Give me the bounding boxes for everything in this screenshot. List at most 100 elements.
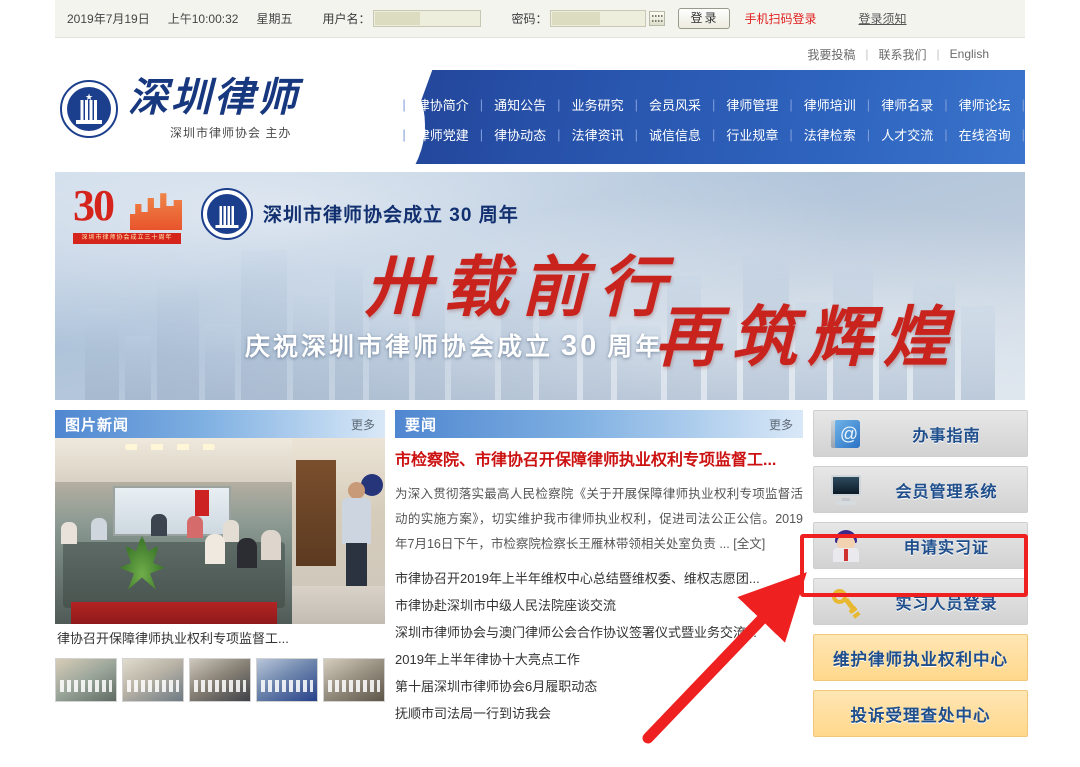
photo-news-header: 图片新闻 更多	[55, 410, 385, 438]
site-logo[interactable]: ★ 深圳律师 深圳市律师协会 主办	[60, 77, 300, 141]
headlines-title: 要闻	[405, 416, 438, 434]
contact-us-link[interactable]: 联系我们	[879, 46, 927, 63]
nav-item-announcements[interactable]: 通知公告	[483, 95, 557, 114]
sidebar-button-label: 办事指南	[912, 427, 981, 445]
banner-emblem-icon	[201, 188, 253, 240]
logo-title: 深圳律师	[128, 75, 300, 120]
thumbnail-5[interactable]	[323, 658, 385, 702]
meeting-room-photo	[55, 438, 292, 624]
photo-news-main-image[interactable]	[55, 438, 385, 624]
sidebar-button-member-system[interactable]: 会员管理系统	[813, 466, 1028, 513]
content-row: 图片新闻 更多 律协召开保障律师执业权利专项监督工... 要闻 更多 市检察院、…	[55, 400, 1028, 760]
english-link[interactable]: English	[950, 47, 989, 61]
util-sep-1: |	[865, 47, 869, 61]
site-container: 2019年7月19日 上午10:00:32 星期五 用户名： 密码： 登录 手机…	[55, 0, 1028, 767]
corridor-photo	[292, 438, 385, 624]
headlines-panel: 要闻 更多 市检察院、市律协召开保障律师执业权利专项监督工... 为深入贯彻落实…	[395, 410, 803, 760]
photo-news-caption[interactable]: 律协召开保障律师执业权利专项监督工...	[55, 624, 385, 654]
sidebar-button-complaint-center[interactable]: 投诉受理查处中心	[813, 690, 1028, 737]
login-notice-link[interactable]: 登录须知	[859, 10, 907, 27]
nav-item-industry-rules[interactable]: 行业规章	[715, 125, 789, 144]
key-icon	[820, 587, 872, 619]
qr-login-link[interactable]: 手机扫码登录	[744, 10, 816, 27]
current-weekday: 星期五	[256, 12, 293, 26]
sidebar-button-service-guide[interactable]: @ 办事指南	[813, 410, 1028, 457]
main-navigation: 首 页 | 律协简介 | 通知公告 | 业务研究 | 会员风采 | 律师管理 | 律师培训 |…	[333, 70, 1025, 164]
thumbnail-2[interactable]	[120, 656, 186, 704]
photo-news-panel: 图片新闻 更多 律协召开保障律师执业权利专项监督工...	[55, 410, 385, 760]
sidebar-button-label: 会员管理系统	[895, 483, 998, 501]
page-root: 2019年7月19日 上午10:00:32 星期五 用户名： 密码： 登录 手机…	[0, 0, 1080, 767]
nav-item-legal-search[interactable]: 法律检索	[793, 125, 867, 144]
banner-calligraphy-right: 再筑辉煌	[655, 302, 959, 375]
nav-item-lawyer-management[interactable]: 律师管理	[715, 95, 789, 114]
headline-list: 市律协召开2019年上半年维权中心总结暨维权委、维权志愿团... 市律协赴深圳市…	[395, 565, 803, 727]
nav-item-legal-news[interactable]: 法律资讯	[561, 125, 635, 144]
headlines-more-link[interactable]: 更多	[769, 416, 793, 433]
utility-nav: 我要投稿 | 联系我们 | English	[55, 38, 1025, 70]
photo-news-thumbnails	[55, 654, 385, 704]
anniversary-caption: 深圳市律师协会成立三十周年	[81, 235, 173, 241]
password-input[interactable]	[550, 10, 647, 27]
quick-links-sidebar: @ 办事指南 会员管理系统 申请实习证 实习人员登录 维护律师执业权利中心 投诉…	[813, 410, 1028, 760]
nav-item-lawyer-directory[interactable]: 律师名录	[870, 95, 944, 114]
sidebar-button-label: 实习人员登录	[895, 595, 998, 613]
logo-subtitle: 深圳市律师协会 主办	[170, 126, 292, 140]
headlines-header: 要闻 更多	[395, 410, 803, 438]
username-input[interactable]	[373, 10, 482, 27]
photo-news-title: 图片新闻	[65, 416, 130, 434]
sidebar-button-label: 投诉受理查处中心	[850, 706, 991, 725]
list-item[interactable]: 市律协赴深圳市中级人民法院座谈交流	[395, 592, 803, 619]
current-time: 上午10:00:32	[167, 12, 239, 26]
sidebar-button-apply-internship[interactable]: 申请实习证	[813, 522, 1028, 569]
sidebar-button-rights-center[interactable]: 维护律师执业权利中心	[813, 634, 1028, 681]
nav-item-talent-exchange[interactable]: 人才交流	[870, 125, 944, 144]
person-icon	[820, 529, 872, 562]
thumbnail-1[interactable]	[55, 658, 117, 702]
nav-item-association-news[interactable]: 律协动态	[483, 125, 557, 144]
list-item[interactable]: 深圳市律师协会与澳门律师公会合作协议签署仪式暨业务交流...	[395, 619, 803, 646]
nav-item-lawyer-training[interactable]: 律师培训	[793, 95, 867, 114]
monitor-icon	[820, 474, 872, 505]
lead-headline[interactable]: 市检察院、市律协召开保障律师执业权利专项监督工...	[395, 450, 803, 472]
nav-item-mail-login[interactable]: 邮箱登录	[328, 125, 402, 144]
list-item[interactable]: 抚顺市司法局一行到访我会	[395, 700, 803, 727]
nav-row-1: 首 页 | 律协简介 | 通知公告 | 业务研究 | 会员风采 | 律师管理 | 律师培训 |…	[333, 95, 1025, 114]
list-item[interactable]: 第十届深圳市律师协会6月履职动态	[395, 673, 803, 700]
sidebar-button-label: 维护律师执业权利中心	[833, 650, 1008, 669]
nav-item-credit-info[interactable]: 诚信信息	[638, 125, 712, 144]
nav-item-home[interactable]: 首 页	[322, 95, 402, 114]
book-at-icon: @	[820, 419, 872, 449]
list-item[interactable]: 2019年上半年律协十大亮点工作	[395, 646, 803, 673]
lead-summary: 为深入贯彻落实最高人民检察院《关于开展保障律师执业权利专项监督活动的实施方案》，…	[395, 482, 803, 557]
sidebar-button-label: 申请实习证	[903, 539, 989, 557]
thumbnail-4[interactable]	[256, 658, 318, 702]
username-label: 用户名：	[322, 12, 371, 26]
lead-full-text-link[interactable]: [全文]	[733, 537, 765, 551]
sidebar-button-intern-login[interactable]: 实习人员登录	[813, 578, 1028, 625]
nav-item-lawyer-forum[interactable]: 律师论坛	[948, 95, 1022, 114]
password-label: 密码：	[511, 12, 548, 26]
current-date: 2019年7月19日	[67, 12, 150, 26]
banner-calligraphy-left: 卅载前行	[365, 252, 677, 325]
nav-item-business-research[interactable]: 业务研究	[561, 95, 635, 114]
nav-item-online-consult[interactable]: 在线咨询	[948, 125, 1022, 144]
anniversary-30-logo: 30 深圳市律师协会成立三十周年	[73, 184, 188, 246]
thumbnail-3[interactable]	[189, 658, 251, 702]
anniversary-caption-bar: 深圳市律师协会成立三十周年	[73, 233, 181, 244]
banner-anniversary-text: 深圳市律师协会成立 30 周年	[263, 205, 519, 226]
anniversary-banner[interactable]: 30 深圳市律师协会成立三十周年 深圳市律师协会成立 30 周年 卅载前行 再筑…	[55, 172, 1025, 400]
photo-news-more-link[interactable]: 更多	[351, 416, 375, 433]
nav-item-party-building[interactable]: 律师党建	[406, 125, 480, 144]
nav-item-about[interactable]: 律协简介	[406, 95, 480, 114]
banner-subtitle-prefix: 庆祝深圳市律师协会成立	[245, 333, 554, 361]
nav-item-member-style[interactable]: 会员风采	[638, 95, 712, 114]
top-login-bar: 2019年7月19日 上午10:00:32 星期五 用户名： 密码： 登录 手机…	[55, 0, 1025, 38]
nav-row-2: 邮箱登录 | 律师党建 | 律协动态 | 法律资讯 | 诚信信息 | 行业规章 | 法律检索…	[339, 125, 1025, 144]
submit-article-link[interactable]: 我要投稿	[807, 46, 855, 63]
keyboard-icon[interactable]	[649, 11, 666, 26]
login-button[interactable]: 登录	[678, 8, 731, 29]
list-item[interactable]: 市律协召开2019年上半年维权中心总结暨维权委、维权志愿团...	[395, 565, 803, 592]
association-emblem-icon: ★	[60, 80, 118, 138]
sidebar-button-group: @ 办事指南 会员管理系统 申请实习证 实习人员登录 维护律师执业权利中心 投诉…	[813, 410, 1028, 737]
